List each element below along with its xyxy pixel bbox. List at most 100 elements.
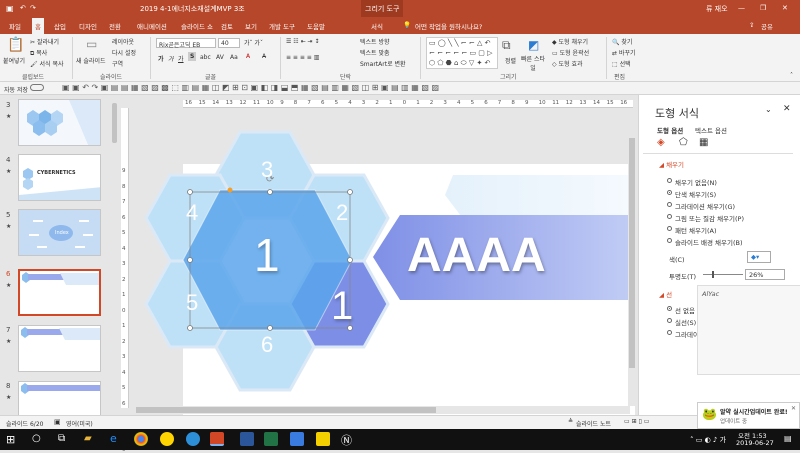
notification-toast[interactable]: 🐸 알약 실시간업데이트 완료! 업데이트 중 ✕ — [697, 402, 800, 429]
tab-view[interactable]: 보기 — [242, 20, 260, 32]
hex-label-center[interactable]: 1 — [254, 228, 280, 282]
fill-line-icon[interactable]: ◈ — [657, 137, 665, 148]
share-icon[interactable]: ⇪ — [746, 20, 757, 30]
size-properties-icon[interactable]: ▦ — [699, 137, 708, 148]
slide-thumbnail-4[interactable]: CYBERNETICS — [18, 154, 101, 201]
view-icons[interactable]: ▭ ⊞ ▯ ▭ — [624, 418, 649, 425]
shape-outline-button[interactable]: ▭ 도형 윤곽선 — [552, 48, 589, 57]
radio-pattern-fill[interactable] — [667, 226, 672, 231]
radio-gradient-line[interactable] — [667, 330, 672, 335]
search-icon[interactable]: ○ — [32, 433, 41, 444]
vertical-scrollbar[interactable] — [628, 108, 636, 406]
underline-icon[interactable]: 가 — [178, 54, 184, 63]
option-pattern-fill[interactable]: 패턴 채우기(A) — [675, 225, 717, 235]
notion-icon[interactable]: Ⓝ — [341, 432, 352, 448]
slide-thumbnail-5[interactable]: Index — [18, 209, 101, 256]
minimize-icon[interactable]: — — [738, 4, 745, 12]
tab-review[interactable]: 검토 — [218, 20, 236, 32]
tab-file[interactable]: 파일 — [6, 20, 24, 32]
language-status[interactable]: 영어(미국) — [66, 419, 93, 428]
autosave-toggle[interactable] — [30, 84, 44, 91]
tab-developer[interactable]: 개발 도구 — [266, 20, 298, 32]
font-name-select[interactable]: Rix곧은고딕 EB — [156, 38, 216, 49]
light-banner[interactable] — [445, 175, 635, 216]
notification-icon[interactable]: ▤ — [784, 434, 792, 443]
shape-options-tab[interactable]: 도형 옵션 — [657, 125, 683, 135]
horizontal-scrollbar[interactable] — [130, 406, 630, 414]
new-slide-button[interactable]: 새 슬라이드 — [76, 56, 106, 65]
app-icon[interactable] — [186, 432, 200, 446]
option-picture-fill[interactable]: 그림 또는 질감 채우기(P) — [675, 213, 744, 223]
powerpoint-icon[interactable] — [210, 432, 224, 446]
reset-button[interactable]: 다시 설정 — [112, 48, 136, 57]
option-solid-line[interactable]: 실선(S) — [675, 317, 696, 327]
radio-solid-line[interactable] — [667, 318, 672, 323]
text-direction-button[interactable]: 텍스트 방향 — [360, 37, 390, 46]
line-section-header[interactable]: ◢ 선 — [659, 289, 672, 299]
clear-format-icon[interactable]: A̶ — [262, 53, 266, 60]
scroll-thumb[interactable] — [629, 138, 635, 368]
clock-date[interactable]: 2019-06-27 — [736, 439, 774, 447]
tab-animations[interactable]: 애니메이션 — [134, 20, 170, 32]
layout-button[interactable]: 레이아웃 — [112, 37, 134, 46]
case-icon[interactable]: Aa — [230, 54, 238, 61]
slide-thumbnail-8[interactable] — [18, 381, 101, 415]
format-painter-button[interactable]: 🖌 서식 복사 — [30, 59, 64, 68]
align-text-button[interactable]: 텍스트 맞춤 — [360, 48, 390, 57]
new-slide-icon[interactable]: ▭ — [86, 37, 97, 51]
toast-close-icon[interactable]: ✕ — [791, 405, 796, 412]
font-size-select[interactable]: 40 — [218, 38, 240, 48]
paste-icon[interactable]: 📋 — [7, 37, 24, 53]
word-icon[interactable] — [240, 432, 254, 446]
transparency-slider[interactable] — [703, 274, 743, 275]
option-solid-fill[interactable]: 단색 채우기(S) — [675, 189, 716, 199]
option-no-fill[interactable]: 채우기 없음(N) — [675, 177, 717, 187]
arrange-button[interactable]: 정렬 — [505, 56, 516, 65]
tab-insert[interactable]: 삽입 — [51, 20, 69, 32]
shadow-icon[interactable]: S — [188, 52, 197, 61]
maximize-icon[interactable]: ❐ — [760, 4, 766, 12]
select-button[interactable]: ⬚ 선택 — [612, 59, 631, 68]
task-view-icon[interactable]: ⧉ — [58, 433, 65, 444]
radio-no-line[interactable] — [667, 306, 672, 311]
radio-picture-fill[interactable] — [667, 214, 672, 219]
spacing-icon[interactable]: AV — [216, 54, 224, 61]
pane-close-icon[interactable]: ✕ — [783, 104, 791, 114]
option-gradient-line[interactable]: 그라데이 — [675, 329, 699, 339]
bold-icon[interactable]: 가 — [158, 54, 164, 63]
grow-font-icon[interactable]: 가ˆ 가ˇ — [244, 38, 263, 47]
option-gradient-fill[interactable]: 그라데이션 채우기(G) — [675, 201, 735, 211]
redo-icon[interactable]: ↷ — [30, 4, 36, 12]
notes-icon[interactable]: ≜ — [568, 418, 573, 425]
text-options-tab[interactable]: 텍스트 옵션 — [695, 125, 727, 135]
replace-button[interactable]: ⇄ 바꾸기 — [612, 48, 636, 57]
cut-button[interactable]: ✂ 잘라내기 — [30, 37, 59, 46]
bullets-icon[interactable]: ☰ ☷ ⇤ ⇥ ↕ — [286, 38, 319, 45]
section-button[interactable]: 구역 — [112, 59, 123, 68]
radio-no-fill[interactable] — [667, 178, 672, 183]
shape-effects-button[interactable]: ◇ 도형 효과 — [552, 59, 583, 68]
notes-button[interactable]: 슬라이드 노트 — [576, 419, 611, 428]
kakaotalk-icon[interactable] — [160, 432, 174, 446]
copy-button[interactable]: ⧉ 복사 — [30, 48, 47, 58]
radio-background-fill[interactable] — [667, 238, 672, 243]
hwp-icon[interactable] — [290, 432, 304, 446]
chrome-icon[interactable] — [134, 432, 148, 446]
pane-options-icon[interactable]: ⌄ — [765, 105, 772, 114]
undo-icon[interactable]: ↶ — [20, 4, 26, 12]
radio-gradient-fill[interactable] — [667, 202, 672, 207]
close-icon[interactable]: ✕ — [782, 4, 788, 12]
tab-format[interactable]: 서식 — [368, 20, 386, 32]
user-name[interactable]: 류 재오 — [706, 4, 728, 14]
tab-transitions[interactable]: 전환 — [106, 20, 124, 32]
shape-fill-button[interactable]: ◆ 도형 채우기 — [552, 37, 588, 46]
slide-thumbnail-3[interactable] — [18, 99, 101, 146]
color-picker-button[interactable]: ◆▾ — [747, 251, 771, 263]
adjust-handle[interactable] — [227, 187, 233, 193]
hex-label-right-bottom[interactable]: 1 — [331, 284, 353, 329]
tab-slideshow[interactable]: 슬라이드 쇼 — [178, 20, 216, 32]
thumbs-scrollbar[interactable] — [112, 103, 117, 143]
spellcheck-icon[interactable]: ▣ — [54, 418, 61, 426]
scroll-thumb[interactable] — [136, 407, 436, 413]
tab-home[interactable]: 홈 — [32, 18, 44, 34]
